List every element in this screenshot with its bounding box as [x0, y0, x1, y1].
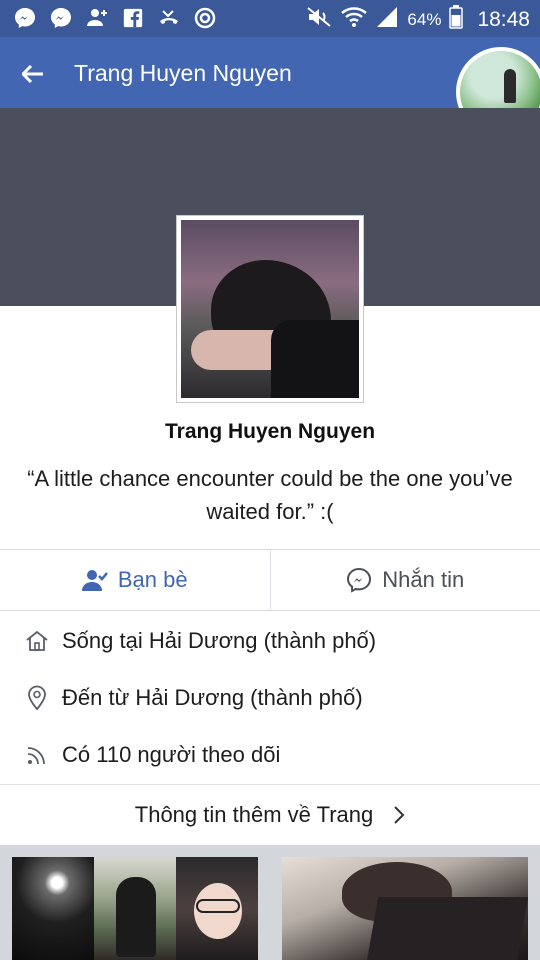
profile-actions: Bạn bè Nhắn tin [0, 549, 540, 611]
mute-icon [305, 6, 333, 33]
battery-percent: 64% [407, 9, 442, 29]
friends-button[interactable]: Bạn bè [0, 550, 271, 610]
more-info-label: Thông tin thêm về Trang [134, 802, 374, 827]
friend-check-icon [81, 570, 108, 591]
friends-label: Bạn bè [117, 567, 188, 592]
notification-icons [12, 6, 218, 30]
status-bar: 64% 18:48 [0, 0, 540, 37]
info-from: Đến từ Hải Dương (thành phố) [0, 669, 540, 726]
system-icons: 64% 18:48 [305, 5, 530, 34]
followers-text: Có 110 người theo dõi [62, 741, 281, 767]
messenger-icon [347, 567, 372, 593]
info-lives-in: Sống tại Hải Dương (thành phố) [0, 612, 540, 669]
chevron-right-icon [394, 806, 405, 824]
profile-picture[interactable] [177, 216, 363, 402]
battery-icon [449, 5, 464, 34]
page-title: Trang Huyen Nguyen [74, 60, 292, 86]
clock: 18:48 [477, 7, 530, 31]
home-icon [24, 628, 50, 654]
rss-followers-icon [24, 742, 50, 768]
missed-call-icon [156, 6, 182, 30]
from-text: Đến từ Hải Dương (thành phố) [62, 684, 363, 710]
wifi-icon [341, 6, 368, 33]
messenger-icon-2 [48, 6, 74, 30]
facebook-icon [120, 6, 146, 30]
back-button[interactable] [18, 59, 48, 89]
signal-icon [375, 6, 399, 33]
lives-in-text: Sống tại Hải Dương (thành phố) [62, 627, 377, 653]
photos-section [0, 845, 540, 960]
photo-thumbnail[interactable] [282, 857, 528, 960]
profile-name: Trang Huyen Nguyen [164, 420, 376, 443]
photo-thumbnail[interactable] [12, 857, 94, 960]
friend-request-icon [84, 6, 110, 30]
photo-thumbnail[interactable] [94, 857, 176, 960]
intro-list: Sống tại Hải Dương (thành phố) Đến từ Hả… [0, 612, 540, 783]
profile-bio: “A little chance encounter could be the … [27, 466, 513, 524]
messenger-icon [12, 6, 38, 30]
location-pin-icon [24, 685, 50, 711]
message-button[interactable]: Nhắn tin [271, 550, 540, 610]
back-arrow-icon [22, 65, 43, 83]
photo-thumbnail[interactable] [176, 857, 258, 960]
info-followers: Có 110 người theo dõi [0, 726, 540, 783]
more-info-link[interactable]: Thông tin thêm về Trang [0, 784, 540, 845]
message-label: Nhắn tin [382, 567, 465, 592]
app-bar: Trang Huyen Nguyen [0, 37, 540, 137]
sync-icon [192, 6, 218, 30]
